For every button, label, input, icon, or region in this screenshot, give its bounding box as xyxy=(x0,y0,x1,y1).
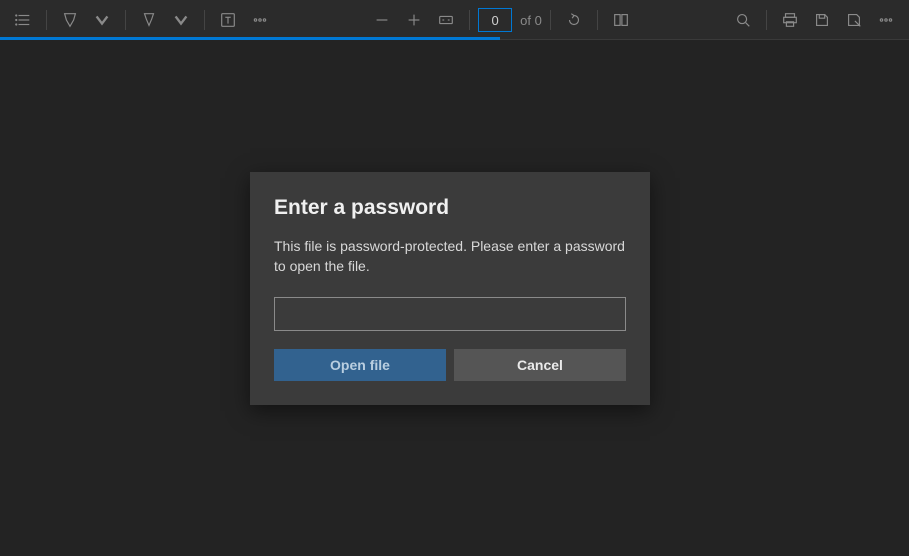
more-left-button[interactable] xyxy=(245,5,275,35)
separator xyxy=(597,10,598,30)
dots-icon xyxy=(251,11,269,29)
save-pen-icon xyxy=(845,11,863,29)
page-number-input[interactable] xyxy=(478,8,512,32)
highlighter-icon xyxy=(61,11,79,29)
draw-button[interactable] xyxy=(134,5,164,35)
draw-dropdown[interactable] xyxy=(166,5,196,35)
more-right-button[interactable] xyxy=(871,5,901,35)
plus-icon xyxy=(405,11,423,29)
page-count-label: of 0 xyxy=(520,13,542,28)
separator xyxy=(469,10,470,30)
toolbar-center-group: of 0 xyxy=(275,5,728,35)
save-as-button[interactable] xyxy=(839,5,869,35)
cancel-button[interactable]: Cancel xyxy=(454,349,626,381)
dialog-button-row: Open file Cancel xyxy=(274,349,626,381)
dialog-title: Enter a password xyxy=(274,196,626,220)
chevron-down-icon xyxy=(93,11,111,29)
text-icon xyxy=(219,11,237,29)
toolbar-right-group xyxy=(728,5,901,35)
print-button[interactable] xyxy=(775,5,805,35)
contents-button[interactable] xyxy=(8,5,38,35)
pen-icon xyxy=(140,11,158,29)
search-button[interactable] xyxy=(728,5,758,35)
separator xyxy=(125,10,126,30)
dialog-message: This file is password-protected. Please … xyxy=(274,236,626,277)
password-dialog: Enter a password This file is password-p… xyxy=(250,172,650,405)
separator xyxy=(204,10,205,30)
separator xyxy=(550,10,551,30)
fit-icon xyxy=(437,11,455,29)
save-button[interactable] xyxy=(807,5,837,35)
rotate-button[interactable] xyxy=(559,5,589,35)
zoom-out-button[interactable] xyxy=(367,5,397,35)
highlight-button[interactable] xyxy=(55,5,85,35)
chevron-down-icon xyxy=(172,11,190,29)
highlight-dropdown[interactable] xyxy=(87,5,117,35)
fit-page-button[interactable] xyxy=(431,5,461,35)
save-icon xyxy=(813,11,831,29)
page-view-button[interactable] xyxy=(606,5,636,35)
print-icon xyxy=(781,11,799,29)
separator xyxy=(766,10,767,30)
open-file-button[interactable]: Open file xyxy=(274,349,446,381)
search-icon xyxy=(734,11,752,29)
rotate-icon xyxy=(565,11,583,29)
password-input[interactable] xyxy=(274,297,626,331)
toolbar-left-group xyxy=(8,5,275,35)
pdf-toolbar: of 0 xyxy=(0,0,909,40)
text-button[interactable] xyxy=(213,5,243,35)
dots-icon xyxy=(877,11,895,29)
two-page-icon xyxy=(612,11,630,29)
list-icon xyxy=(14,11,32,29)
separator xyxy=(46,10,47,30)
zoom-in-button[interactable] xyxy=(399,5,429,35)
minus-icon xyxy=(373,11,391,29)
